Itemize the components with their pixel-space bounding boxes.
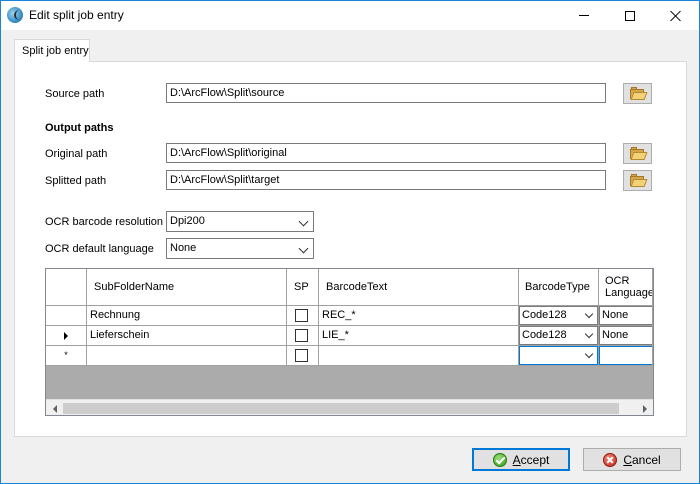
cell-ocr-language[interactable]: None (599, 306, 653, 326)
ocr-language-cell-value: None (602, 329, 629, 341)
chevron-down-icon (298, 216, 309, 227)
ocr-resolution-value: Dpi200 (170, 215, 205, 227)
original-path-input[interactable]: D:\ArcFlow\Split\original (166, 143, 606, 163)
x-circle-icon (603, 452, 618, 467)
app-icon (7, 7, 23, 23)
source-path-input[interactable]: D:\ArcFlow\Split\source (166, 83, 606, 103)
maximize-icon (625, 10, 635, 21)
ocr-language-value: None (170, 242, 197, 254)
original-browse-button[interactable] (623, 143, 652, 164)
ocr-language-cell-value: None (602, 309, 629, 321)
scroll-thumb[interactable] (63, 403, 619, 414)
minimize-button[interactable] (561, 1, 607, 30)
subfolder-grid[interactable]: SubFolderName SP BarcodeText BarcodeType… (45, 268, 654, 416)
cell-sp[interactable] (287, 306, 319, 326)
cell-barcode-type[interactable]: Code128 (519, 326, 599, 346)
check-circle-icon (492, 452, 507, 467)
cancel-button[interactable]: Cancel (583, 448, 681, 471)
original-path-label: Original path (45, 148, 108, 160)
barcode-type-value: Code128 (522, 329, 567, 341)
cell-ocr-language[interactable]: None (599, 326, 653, 346)
row-header[interactable] (46, 306, 87, 326)
cell-sp[interactable] (287, 326, 319, 346)
dialog-window: Edit split job entry Split job entry Sou… (0, 0, 700, 484)
cell-barcode-text[interactable]: LIE_* (319, 326, 519, 346)
close-button[interactable] (653, 1, 699, 30)
folder-open-icon (629, 146, 647, 160)
ocr-language-select[interactable]: None (166, 238, 314, 259)
ocr-resolution-select[interactable]: Dpi200 (166, 211, 314, 232)
grid-body: SubFolderName SP BarcodeText BarcodeType… (46, 269, 653, 399)
column-header-ocr-language[interactable]: OCR Language (599, 269, 653, 306)
ocr-resolution-label: OCR barcode resolution (45, 216, 164, 228)
row-header-new[interactable]: * (46, 346, 87, 366)
chevron-down-icon (584, 329, 594, 339)
ocr-language-label: OCR default language (45, 243, 154, 255)
grid-corner-header (46, 269, 87, 306)
barcode-type-value: Code128 (522, 309, 567, 321)
maximize-button[interactable] (607, 1, 653, 30)
title-bar[interactable]: Edit split job entry (1, 1, 699, 30)
barcode-type-select-new[interactable] (519, 346, 598, 365)
cell-subfolder[interactable]: Lieferschein (87, 326, 287, 346)
ocr-language-cell-select[interactable]: None (599, 326, 652, 345)
arrow-right-icon (642, 404, 647, 413)
cell-barcode-type-new[interactable] (519, 346, 599, 366)
chevron-down-icon (298, 243, 309, 254)
source-path-label: Source path (45, 88, 105, 100)
current-row-arrow-icon (64, 331, 68, 340)
output-paths-heading: Output paths (45, 122, 114, 134)
horizontal-scrollbar[interactable] (46, 399, 653, 415)
ocr-language-cell-select-new[interactable] (599, 346, 652, 365)
scroll-right-button[interactable] (636, 400, 653, 415)
barcode-type-select[interactable]: Code128 (519, 306, 598, 325)
row-header-current[interactable] (46, 326, 87, 346)
folder-open-icon (629, 86, 647, 100)
accept-button[interactable]: Accept (472, 448, 570, 471)
column-header-sp[interactable]: SP (287, 269, 319, 306)
cell-ocr-language-new[interactable] (599, 346, 653, 366)
column-header-barcodetype[interactable]: BarcodeType (519, 269, 599, 306)
sp-checkbox[interactable] (295, 349, 308, 362)
new-row-icon: * (64, 350, 68, 360)
cancel-label: Cancel (623, 452, 661, 467)
folder-open-icon (629, 173, 647, 187)
chevron-down-icon (584, 309, 594, 319)
window-title: Edit split job entry (29, 8, 124, 22)
cell-sp-new[interactable] (287, 346, 319, 366)
cell-barcode-text-new[interactable] (319, 346, 519, 366)
column-header-barcodetext[interactable]: BarcodeText (319, 269, 519, 306)
splitted-path-label: Splitted path (45, 175, 107, 187)
source-browse-button[interactable] (623, 83, 652, 104)
cell-barcode-text[interactable]: REC_* (319, 306, 519, 326)
barcode-type-select[interactable]: Code128 (519, 326, 598, 345)
close-icon (670, 10, 682, 22)
tab-split-job-entry[interactable]: Split job entry (14, 39, 90, 62)
splitted-browse-button[interactable] (623, 170, 652, 191)
cell-barcode-type[interactable]: Code128 (519, 306, 599, 326)
ocr-language-cell-select[interactable]: None (599, 306, 652, 325)
splitted-path-input[interactable]: D:\ArcFlow\Split\target (166, 170, 606, 190)
arrow-left-icon (52, 404, 57, 413)
column-header-subfoldername[interactable]: SubFolderName (87, 269, 287, 306)
sp-checkbox[interactable] (295, 309, 308, 322)
cell-subfolder-new[interactable] (87, 346, 287, 366)
scroll-left-button[interactable] (46, 400, 63, 415)
accept-label: Accept (512, 452, 550, 467)
cell-subfolder[interactable]: Rechnung (87, 306, 287, 326)
minimize-icon (579, 15, 589, 16)
sp-checkbox[interactable] (295, 329, 308, 342)
chevron-down-icon (584, 349, 594, 359)
